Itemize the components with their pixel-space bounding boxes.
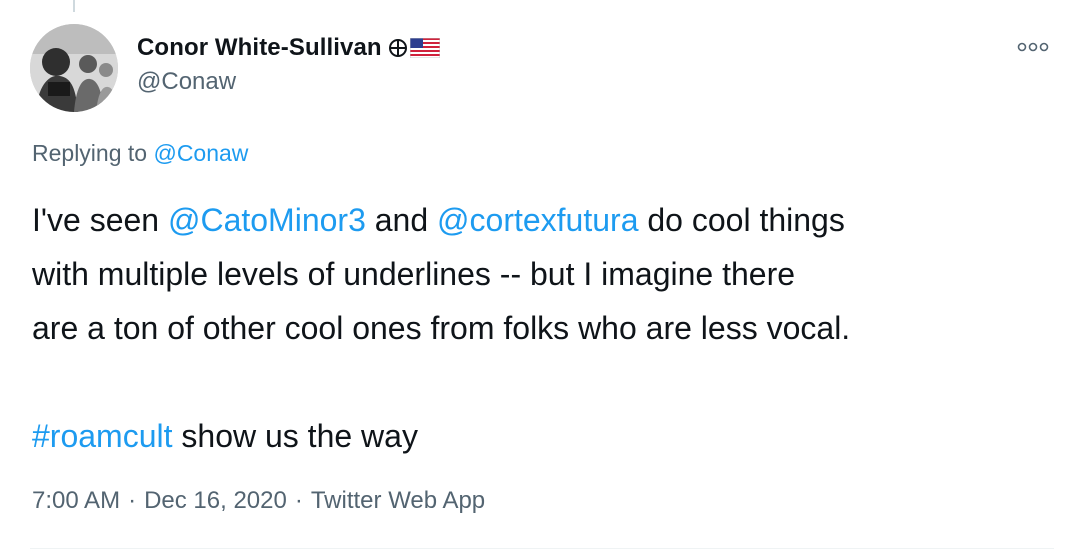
us-flag-icon: [409, 38, 440, 58]
tweet-text-line-2: with multiple levels of underlines -- bu…: [32, 256, 796, 292]
meta-separator: ·: [294, 487, 303, 514]
author-display-name[interactable]: Conor White-Sullivan: [137, 34, 382, 62]
tweet-text-line-1: I've seen @CatoMinor3 and @cortexfutura …: [32, 193, 1062, 247]
tweet-source[interactable]: Twitter Web App: [311, 487, 485, 514]
tweet-text-line-3: are a ton of other cool ones from folks …: [32, 310, 851, 346]
mention-link-catominor3[interactable]: @CatoMinor3: [168, 202, 366, 238]
tweet-text-segment: do cool things: [647, 202, 845, 238]
author-name-row: Conor White-Sullivan: [137, 32, 440, 64]
tweet-text-segment: show us the way: [181, 418, 418, 454]
author-name-emoji: [388, 38, 440, 58]
meta-separator: ·: [128, 487, 137, 514]
tweet-text-segment: and: [374, 202, 429, 238]
crosshair-circle-icon: [388, 39, 407, 57]
profile-photo-icon: [30, 24, 118, 112]
tweet-text-blank-line: [32, 355, 1062, 409]
more-options-icon: [1017, 42, 1049, 52]
mention-link-cortexfutura[interactable]: @cortexfutura: [437, 202, 638, 238]
avatar[interactable]: [30, 24, 118, 112]
reply-context-prefix: Replying to: [32, 140, 148, 166]
tweet-date[interactable]: Dec 16, 2020: [144, 487, 287, 514]
hashtag-link-roamcult[interactable]: #roamcult: [32, 418, 173, 454]
more-options-button[interactable]: [1016, 36, 1050, 58]
tweet: Conor White-Sullivan @Conaw Replying to …: [0, 0, 1084, 556]
reply-context: Replying to @Conaw: [32, 140, 248, 167]
tweet-metadata: 7:00 AM · Dec 16, 2020 · Twitter Web App: [32, 487, 485, 515]
divider: [30, 548, 1054, 549]
author-handle[interactable]: @Conaw: [137, 68, 440, 96]
tweet-text-segment: I've seen: [32, 202, 160, 238]
tweet-text-line-5: #roamcult show us the way: [32, 409, 1062, 463]
tweet-text: I've seen @CatoMinor3 and @cortexfutura …: [32, 193, 1062, 463]
tweet-time[interactable]: 7:00 AM: [32, 487, 120, 514]
author-block: Conor White-Sullivan @Conaw: [137, 32, 440, 96]
reply-context-handle-link[interactable]: @Conaw: [153, 140, 248, 166]
